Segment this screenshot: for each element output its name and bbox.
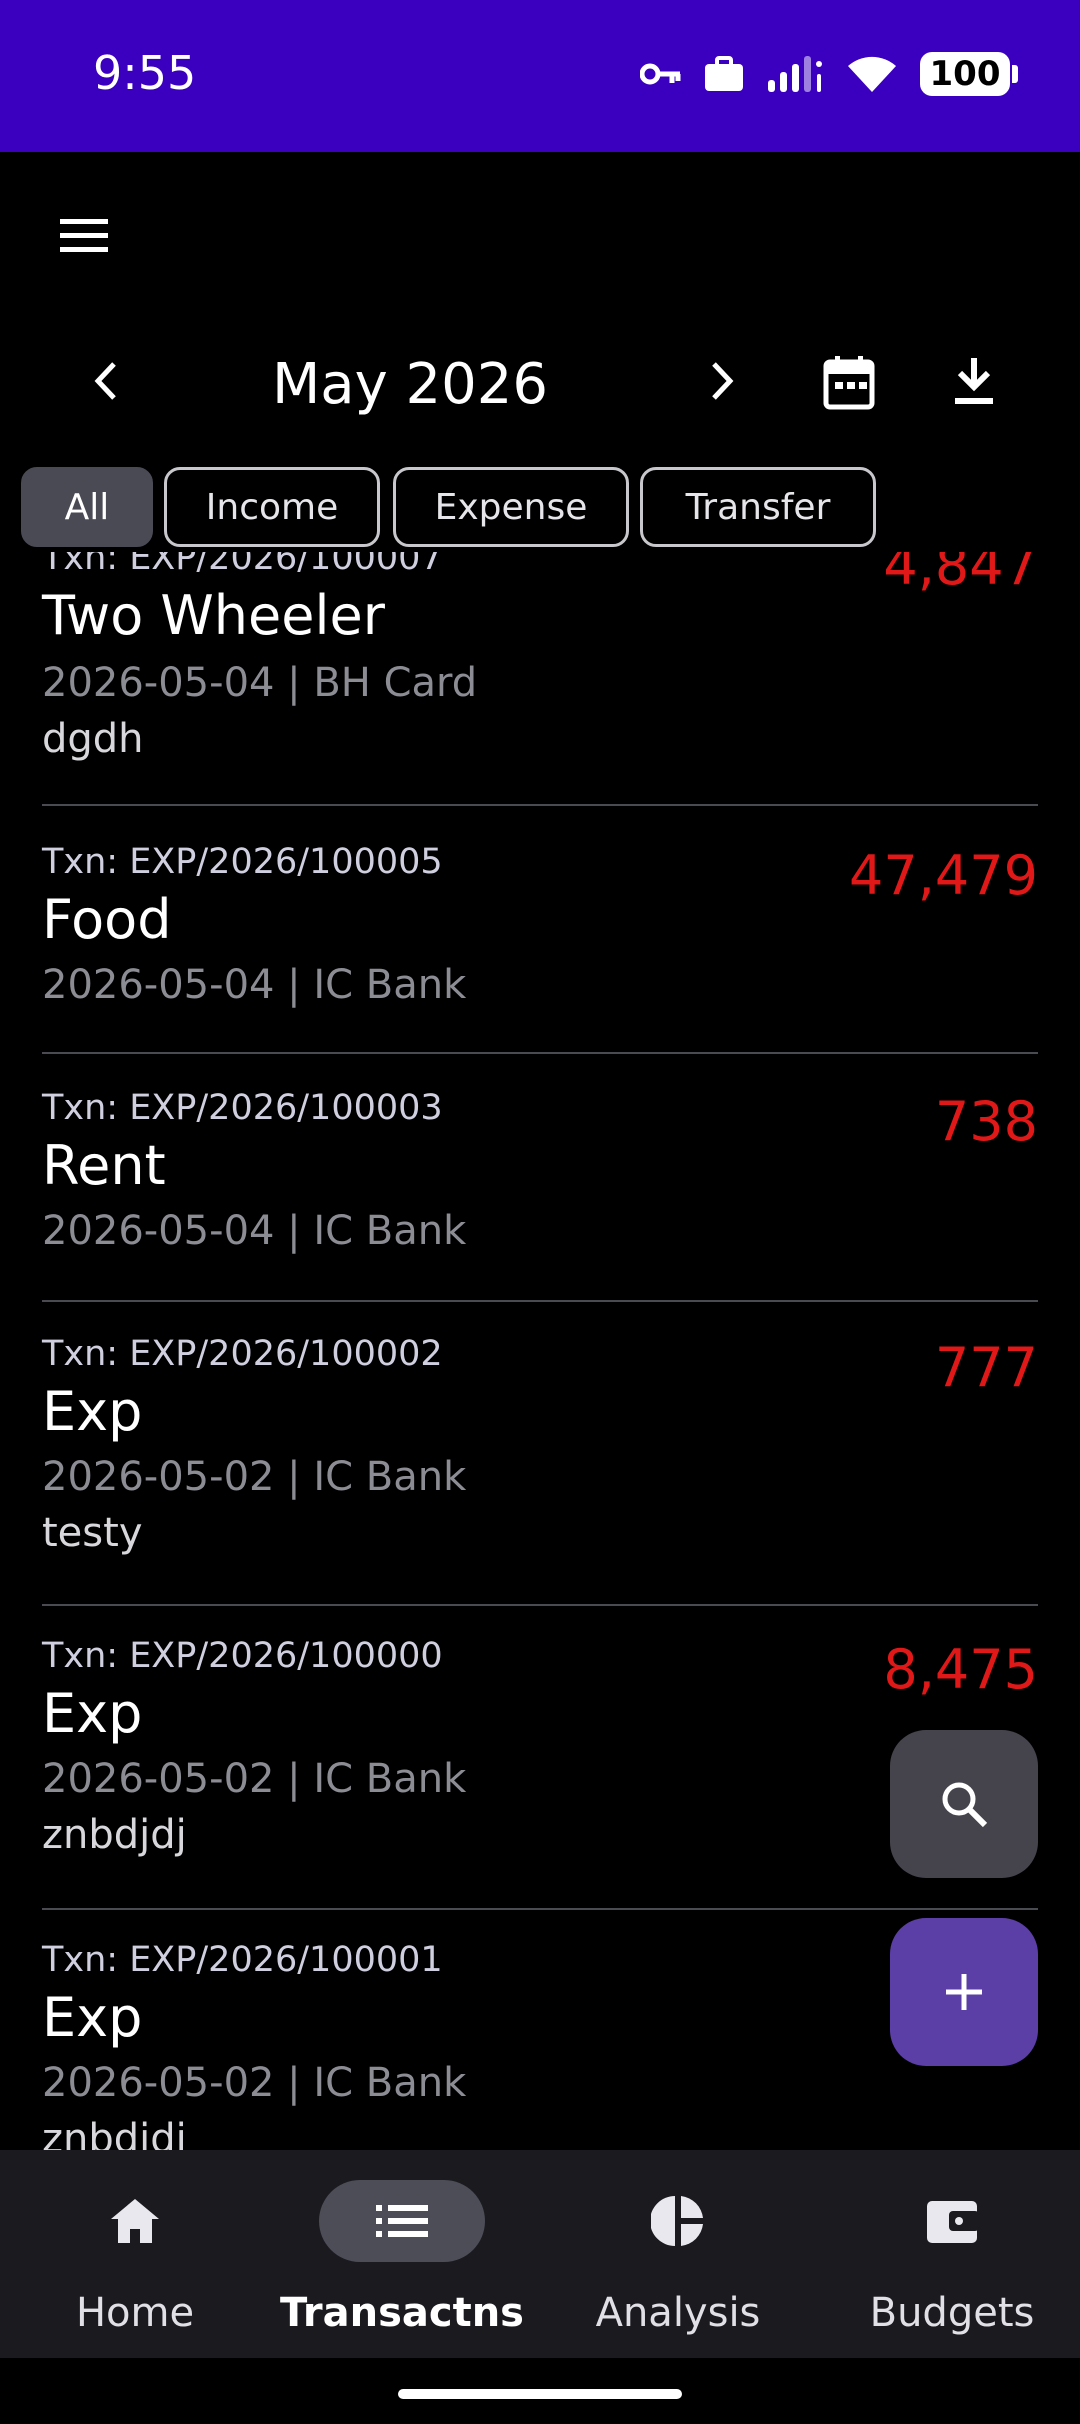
search-button[interactable] [890, 1730, 1038, 1878]
status-icons: 100 [640, 52, 1018, 96]
transaction-meta: 2026-05-04 | BH Card [42, 660, 478, 706]
search-icon [942, 1782, 988, 1828]
nav-analysis-label: Analysis [595, 2290, 761, 2336]
filter-chip-transfer[interactable]: Transfer [640, 467, 876, 547]
transaction-id: Txn: EXP/2026/100003 [42, 1088, 443, 1128]
filter-chip-expense[interactable]: Expense [393, 467, 629, 547]
add-transaction-button[interactable] [890, 1918, 1038, 2066]
nav-budgets[interactable]: Budgets [817, 2150, 1080, 2358]
transaction-meta: 2026-05-02 | IC Bank [42, 2060, 467, 2106]
nav-transactions-label: Transactns [279, 2290, 524, 2336]
transaction-meta: 2026-05-02 | IC Bank [42, 1756, 467, 1802]
transaction-category: Two Wheeler [42, 584, 385, 647]
wifi-icon [848, 56, 896, 92]
transaction-amount: 777 [934, 1336, 1038, 1399]
transaction-id: Txn: EXP/2026/100000 [42, 1636, 443, 1676]
transaction-id: Txn: EXP/2026/100005 [42, 842, 443, 882]
transaction-list[interactable]: Txn: EXP/2026/100007 Two Wheeler 2026-05… [0, 552, 1080, 2150]
transaction-id: Txn: EXP/2026/100002 [42, 1334, 443, 1374]
transaction-amount: 47,479 [849, 844, 1038, 907]
transaction-item[interactable]: Txn: EXP/2026/100001 Exp 2026-05-02 | IC… [42, 1910, 1038, 2150]
bottom-navigation: Home Transactns Analysis Budgets [0, 2150, 1080, 2358]
transaction-note: znbdjdj [42, 2116, 187, 2150]
transaction-item[interactable]: Txn: EXP/2026/100002 Exp 2026-05-02 | IC… [42, 1302, 1038, 1606]
transaction-meta: 2026-05-04 | IC Bank [42, 1208, 467, 1254]
transaction-note: dgdh [42, 716, 144, 762]
transaction-category: Exp [42, 1682, 143, 1745]
nav-budgets-pill [869, 2180, 1035, 2262]
download-icon[interactable] [952, 356, 996, 406]
transaction-amount: 4,847 [883, 552, 1038, 597]
filter-chip-all[interactable]: All [21, 467, 153, 547]
transaction-category: Food [42, 888, 172, 951]
nav-analysis[interactable]: Analysis [543, 2150, 813, 2358]
previous-month-icon[interactable] [86, 356, 126, 406]
transaction-category: Exp [42, 1986, 143, 2049]
transaction-item[interactable]: Txn: EXP/2026/100000 Exp 2026-05-02 | IC… [42, 1606, 1038, 1910]
briefcase-icon [705, 56, 743, 91]
pie-chart-icon [651, 2196, 703, 2246]
transaction-note: znbdjdj [42, 1812, 187, 1858]
month-title: May 2026 [271, 352, 549, 417]
nav-transactions-pill [319, 2180, 485, 2262]
app-bar [0, 152, 1080, 322]
nav-home[interactable]: Home [0, 2150, 270, 2358]
transaction-meta: 2026-05-04 | IC Bank [42, 962, 467, 1008]
transaction-amount: 8,475 [883, 1638, 1038, 1701]
transaction-category: Rent [42, 1134, 166, 1197]
nav-transactions[interactable]: Transactns [267, 2150, 537, 2358]
transaction-id: Txn: EXP/2026/100007 [42, 552, 443, 578]
transaction-note: testy [42, 1510, 143, 1556]
transaction-item[interactable]: Txn: EXP/2026/100005 Food 2026-05-04 | I… [42, 806, 1038, 1054]
next-month-icon[interactable] [702, 356, 742, 406]
filter-chip-income[interactable]: Income [164, 467, 380, 547]
gesture-handle [398, 2389, 682, 2399]
status-bar: 9:55 100 [0, 0, 1080, 152]
list-icon [376, 2205, 428, 2237]
nav-home-label: Home [75, 2290, 195, 2336]
signal-icon [768, 56, 822, 92]
calendar-icon[interactable] [823, 354, 875, 410]
transaction-item[interactable]: Txn: EXP/2026/100003 Rent 2026-05-04 | I… [42, 1054, 1038, 1302]
key-icon [640, 63, 681, 85]
plus-icon [946, 1974, 982, 2010]
nav-analysis-pill [595, 2180, 761, 2262]
wallet-icon [927, 2201, 979, 2243]
battery-indicator: 100 [920, 52, 1018, 96]
status-time: 9:55 [93, 46, 197, 100]
home-icon [111, 2199, 159, 2243]
transaction-item[interactable]: Txn: EXP/2026/100007 Two Wheeler 2026-05… [42, 552, 1038, 806]
transaction-category: Exp [42, 1380, 143, 1443]
transaction-id: Txn: EXP/2026/100001 [42, 1940, 443, 1980]
nav-budgets-label: Budgets [869, 2290, 1035, 2336]
menu-icon[interactable] [58, 216, 110, 256]
nav-home-pill [52, 2180, 218, 2262]
transaction-amount: 738 [934, 1090, 1038, 1153]
transaction-meta: 2026-05-02 | IC Bank [42, 1454, 467, 1500]
